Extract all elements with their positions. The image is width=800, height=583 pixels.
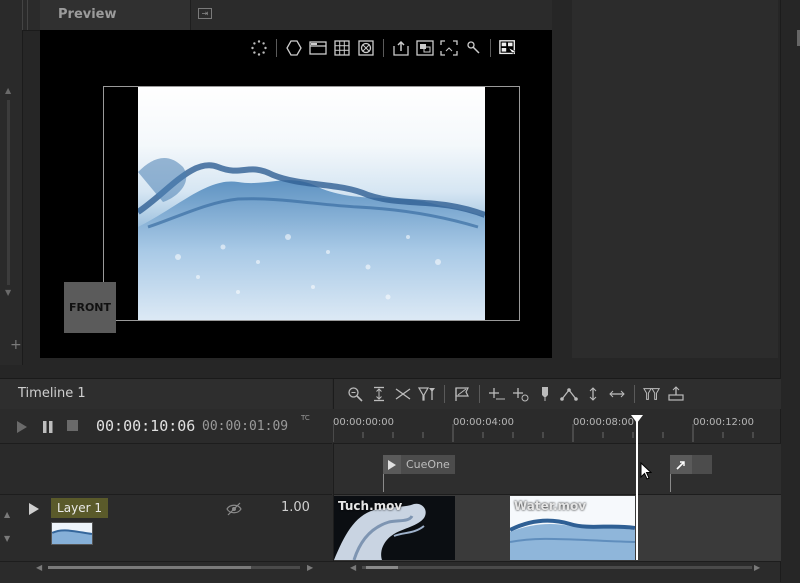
- layer-expand-icon[interactable]: [28, 501, 40, 520]
- toolbar-separator: [383, 39, 384, 57]
- duration-timecode[interactable]: 00:00:01:09: [202, 419, 288, 434]
- zoom-icon[interactable]: [346, 385, 364, 403]
- add-timed-icon[interactable]: [512, 385, 530, 403]
- ruler-tick-label: 00:00:08:00: [573, 417, 635, 428]
- layer-scrollbar-thumb[interactable]: [48, 566, 251, 569]
- preview-title: Preview: [58, 7, 117, 22]
- clip-water[interactable]: Water.mov: [510, 496, 635, 560]
- layer-up-icon[interactable]: ▲: [4, 510, 10, 519]
- jump-arrow-icon[interactable]: [670, 455, 692, 474]
- current-timecode[interactable]: 00:00:10:06: [96, 417, 195, 435]
- toolbar-separator: [444, 385, 445, 403]
- timeline-scrollbar-track[interactable]: [362, 566, 752, 569]
- layer-opacity[interactable]: 1.00: [281, 500, 310, 515]
- timeline-title: Timeline 1: [18, 386, 86, 401]
- toolbar-separator: [479, 385, 480, 403]
- cue-play-icon[interactable]: [383, 455, 401, 474]
- layer-down-icon[interactable]: ▼: [4, 534, 10, 543]
- cue-marker[interactable]: CueOne: [383, 455, 455, 474]
- scroll-left-icon[interactable]: ◀: [350, 563, 356, 572]
- front-label[interactable]: FRONT: [64, 282, 116, 333]
- playhead-line[interactable]: [636, 416, 638, 560]
- left-scrollbar[interactable]: [7, 100, 10, 285]
- toolbar-separator: [634, 385, 635, 403]
- scroll-left-icon[interactable]: ◀: [36, 563, 42, 572]
- panel-divider: [22, 0, 28, 30]
- scroll-right-icon[interactable]: ▶: [307, 563, 313, 572]
- screen-select-icon[interactable]: [499, 39, 517, 57]
- horizontal-scroll-row: [0, 561, 780, 583]
- fit-vertical-icon[interactable]: [370, 385, 388, 403]
- cue-name: CueOne: [406, 458, 450, 471]
- scroll-down-arrow-icon[interactable]: ▼: [5, 288, 11, 297]
- play-button[interactable]: [16, 419, 28, 438]
- window-icon[interactable]: [309, 39, 327, 57]
- mask-icon[interactable]: [357, 39, 375, 57]
- crop-icon[interactable]: [440, 39, 458, 57]
- scroll-right-icon[interactable]: ▶: [754, 563, 760, 572]
- horizontal-arrows-icon[interactable]: [608, 385, 626, 403]
- visibility-hidden-icon[interactable]: [226, 501, 242, 520]
- pin-icon[interactable]: [464, 39, 482, 57]
- layer-thumbnail: [51, 522, 93, 545]
- export-stack-icon[interactable]: [667, 385, 685, 403]
- layer-name[interactable]: Layer 1: [51, 498, 108, 518]
- ruler-tick-label: 00:00:00:00: [333, 417, 395, 428]
- scroll-up-arrow-icon[interactable]: ▲: [5, 86, 11, 95]
- clip-tuch[interactable]: Tuch.mov: [334, 496, 455, 560]
- timeline-ruler[interactable]: 00:00:00:00 00:00:04:00 00:00:08:00 00:0…: [333, 410, 780, 442]
- upload-icon[interactable]: [392, 39, 410, 57]
- split-icon[interactable]: [394, 385, 412, 403]
- grid-icon[interactable]: [333, 39, 351, 57]
- curve-icon[interactable]: [560, 385, 578, 403]
- inspector-panel: [572, 0, 778, 358]
- loading-spinner-icon[interactable]: [250, 39, 268, 57]
- tc-label: TC: [301, 414, 310, 422]
- clip-name: Water.mov: [514, 499, 587, 513]
- vertical-arrows-icon[interactable]: [584, 385, 602, 403]
- double-filter-icon[interactable]: [643, 385, 661, 403]
- frame-icon[interactable]: [416, 39, 434, 57]
- pause-button[interactable]: [42, 419, 54, 438]
- ruler-tick-label: 00:00:12:00: [693, 417, 755, 428]
- filter-icon[interactable]: [418, 385, 436, 403]
- panel-menu-icon[interactable]: ⇥: [198, 8, 212, 19]
- mouse-cursor-icon: [640, 461, 653, 484]
- left-panel-strip: [0, 0, 23, 365]
- toolbar-separator: [276, 39, 277, 57]
- stop-button[interactable]: [67, 420, 78, 431]
- add-keyframe-icon[interactable]: [488, 385, 506, 403]
- marker-icon[interactable]: [536, 385, 554, 403]
- cue-marker-jump[interactable]: [670, 455, 712, 474]
- clip-name: Tuch.mov: [338, 499, 403, 513]
- ruler-tick-label: 00:00:04:00: [453, 417, 515, 428]
- timeline-toolbar: [346, 384, 685, 404]
- add-panel-icon[interactable]: +: [10, 337, 22, 353]
- hexagon-icon[interactable]: [285, 39, 303, 57]
- cue-flag-icon[interactable]: [453, 385, 471, 403]
- preview-toolbar: [250, 38, 517, 58]
- right-edge-panel: [780, 0, 800, 582]
- water-video-frame: [138, 87, 485, 320]
- cue-track-header: [0, 443, 332, 494]
- timeline-scrollbar-thumb[interactable]: [366, 566, 398, 569]
- toolbar-separator: [490, 39, 491, 57]
